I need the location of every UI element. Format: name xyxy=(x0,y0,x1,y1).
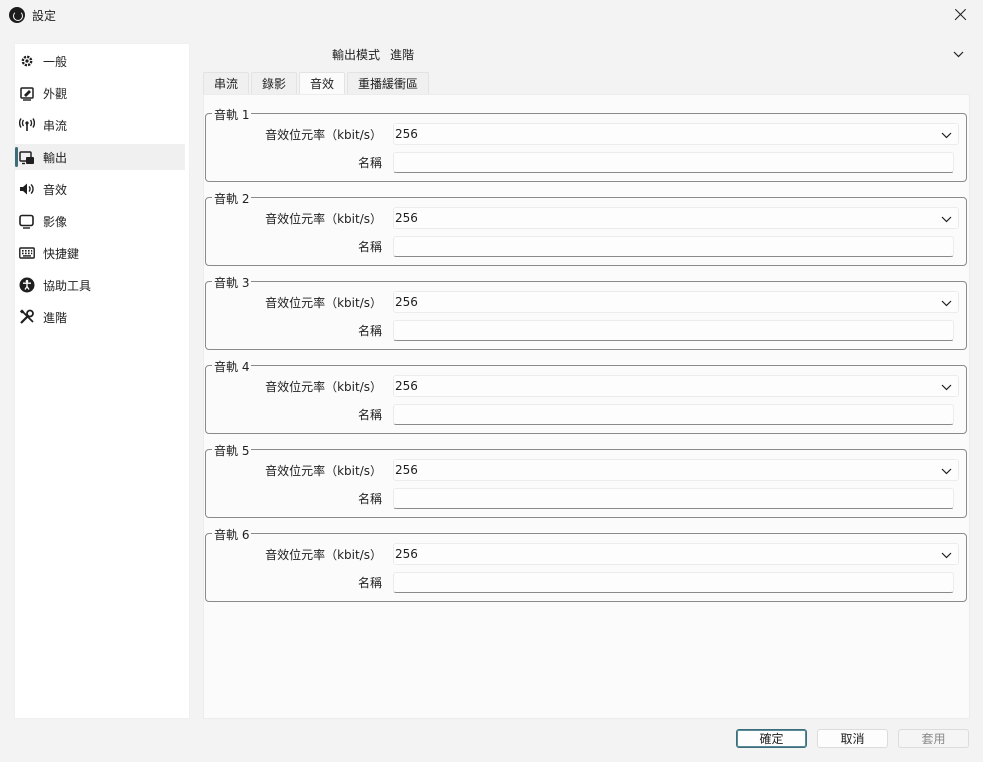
bitrate-value: 256 xyxy=(395,211,418,225)
track-title: 音軌 5 xyxy=(212,442,252,459)
sidebar-item-advanced[interactable]: 進階 xyxy=(15,304,189,330)
name-label: 名稱 xyxy=(357,324,382,338)
bitrate-select[interactable]: 256 xyxy=(393,543,959,565)
tab-streaming[interactable]: 串流 xyxy=(203,72,250,94)
audio-tab-panel: 音軌 1 音效位元率（kbit/s） 256 名稱 音軌 2 音效位元率（kbi… xyxy=(203,94,970,719)
bitrate-select[interactable]: 256 xyxy=(393,207,959,229)
chevron-down-icon xyxy=(941,296,952,310)
bitrate-value: 256 xyxy=(395,379,418,393)
bitrate-value: 256 xyxy=(395,547,418,561)
apply-button[interactable]: 套用 xyxy=(898,729,969,748)
bitrate-value: 256 xyxy=(395,127,418,141)
chevron-down-icon xyxy=(941,128,952,142)
obs-logo-icon xyxy=(9,7,25,23)
name-label: 名稱 xyxy=(357,408,382,422)
gear-icon xyxy=(19,53,35,69)
tools-icon xyxy=(19,309,35,325)
chevron-down-icon xyxy=(941,212,952,226)
track-name-input[interactable] xyxy=(393,488,954,509)
antenna-icon xyxy=(19,117,35,133)
name-label: 名稱 xyxy=(357,156,382,170)
monitor-icon xyxy=(19,213,35,229)
appearance-icon xyxy=(19,85,35,101)
bitrate-select[interactable]: 256 xyxy=(393,123,959,145)
output-icon xyxy=(19,149,35,165)
sidebar-item-accessibility[interactable]: 協助工具 xyxy=(15,272,189,298)
sidebar-item-label: 串流 xyxy=(43,118,68,133)
track-name-input[interactable] xyxy=(393,320,954,341)
bitrate-label: 音效位元率（kbit/s） xyxy=(265,212,382,226)
name-label: 名稱 xyxy=(357,240,382,254)
track-title: 音軌 6 xyxy=(212,526,252,543)
sidebar-item-stream[interactable]: 串流 xyxy=(15,112,189,138)
speaker-icon xyxy=(19,181,35,197)
sidebar-item-hotkeys[interactable]: 快捷鍵 xyxy=(15,240,189,266)
ok-button[interactable]: 確定 xyxy=(736,729,807,748)
bitrate-label: 音效位元率（kbit/s） xyxy=(265,128,382,142)
close-window-button[interactable] xyxy=(937,0,983,30)
track-title: 音軌 1 xyxy=(212,106,252,123)
sidebar-item-label: 一般 xyxy=(43,54,68,69)
sidebar-item-label: 影像 xyxy=(43,214,68,229)
chevron-down-icon xyxy=(941,380,952,394)
track-name-input[interactable] xyxy=(393,572,954,593)
sidebar-item-audio[interactable]: 音效 xyxy=(15,176,189,202)
bitrate-label: 音效位元率（kbit/s） xyxy=(265,548,382,562)
sidebar-item-appearance[interactable]: 外觀 xyxy=(15,80,189,106)
bitrate-label: 音效位元率（kbit/s） xyxy=(265,296,382,310)
sidebar-item-label: 快捷鍵 xyxy=(43,246,80,261)
title-bar: 設定 xyxy=(0,0,983,30)
keyboard-icon xyxy=(19,245,35,261)
track-title: 音軌 4 xyxy=(212,358,252,375)
audio-track-group: 音軌 5 音效位元率（kbit/s） 256 名稱 xyxy=(205,442,967,518)
sidebar-item-label: 協助工具 xyxy=(43,278,92,293)
output-mode-select[interactable]: 輸出模式 進階 xyxy=(190,44,970,64)
audio-track-group: 音軌 2 音效位元率（kbit/s） 256 名稱 xyxy=(205,190,967,266)
bitrate-value: 256 xyxy=(395,463,418,477)
track-name-input[interactable] xyxy=(393,404,954,425)
tab-recording[interactable]: 錄影 xyxy=(251,72,298,94)
accessibility-icon xyxy=(19,277,35,293)
bitrate-label: 音效位元率（kbit/s） xyxy=(265,464,382,478)
cancel-button[interactable]: 取消 xyxy=(817,729,888,748)
track-title: 音軌 3 xyxy=(212,274,252,291)
sidebar-item-label: 輸出 xyxy=(43,150,68,165)
track-title: 音軌 2 xyxy=(212,190,252,207)
settings-sidebar: 一般 外觀 串流 輸出 音效 影像 快捷鍵 協助工具 進階 xyxy=(14,43,190,719)
name-label: 名稱 xyxy=(357,576,382,590)
chevron-down-icon xyxy=(941,464,952,478)
bitrate-select[interactable]: 256 xyxy=(393,291,959,313)
window-title: 設定 xyxy=(32,9,57,23)
tab-replay-buffer[interactable]: 重播緩衝區 xyxy=(347,72,430,94)
track-name-input[interactable] xyxy=(393,152,954,173)
bitrate-select[interactable]: 256 xyxy=(393,459,959,481)
audio-track-group: 音軌 1 音效位元率（kbit/s） 256 名稱 xyxy=(205,106,967,182)
output-mode-value: 進階 xyxy=(390,48,415,62)
bitrate-select[interactable]: 256 xyxy=(393,375,959,397)
output-tabs: 串流 錄影 音效 重播緩衝區 xyxy=(203,72,431,94)
output-mode-label: 輸出模式 xyxy=(331,48,380,62)
tab-audio[interactable]: 音效 xyxy=(299,72,346,94)
audio-track-group: 音軌 4 音效位元率（kbit/s） 256 名稱 xyxy=(205,358,967,434)
sidebar-item-label: 外觀 xyxy=(43,86,68,101)
sidebar-item-label: 進階 xyxy=(43,310,68,325)
audio-track-group: 音軌 3 音效位元率（kbit/s） 256 名稱 xyxy=(205,274,967,350)
sidebar-item-output[interactable]: 輸出 xyxy=(15,144,185,170)
sidebar-item-general[interactable]: 一般 xyxy=(15,48,189,74)
bitrate-label: 音效位元率（kbit/s） xyxy=(265,380,382,394)
sidebar-item-label: 音效 xyxy=(43,182,68,197)
sidebar-item-video[interactable]: 影像 xyxy=(15,208,189,234)
audio-track-group: 音軌 6 音效位元率（kbit/s） 256 名稱 xyxy=(205,526,967,602)
chevron-down-icon xyxy=(953,47,964,61)
track-name-input[interactable] xyxy=(393,236,954,257)
name-label: 名稱 xyxy=(357,492,382,506)
bitrate-value: 256 xyxy=(395,295,418,309)
chevron-down-icon xyxy=(941,548,952,562)
